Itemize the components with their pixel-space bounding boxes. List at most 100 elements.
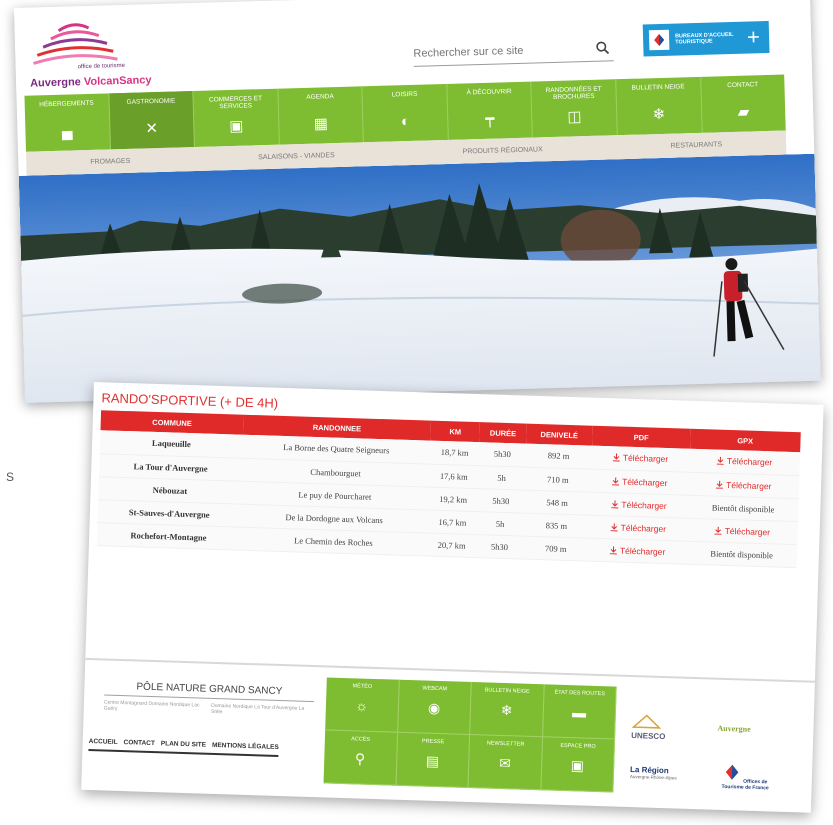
cell-km: 16,7 km bbox=[427, 509, 478, 535]
search-icon[interactable] bbox=[595, 40, 610, 55]
cell-denivele: 835 m bbox=[522, 512, 590, 538]
car-icon: ▬ bbox=[571, 704, 587, 721]
download-icon bbox=[714, 526, 722, 535]
nav-label: HÉBERGEMENTS bbox=[39, 99, 94, 109]
offices-tourisme-france-logo[interactable]: Offices de Tourisme de France bbox=[721, 762, 782, 792]
nav-item-agenda[interactable]: AGENDA ▦ bbox=[278, 86, 365, 145]
calendar-icon: ▦ bbox=[313, 115, 329, 133]
quick-link-bulletin-neige[interactable]: BULLETIN NEIGE ❄ bbox=[470, 682, 545, 738]
nav-label: À DÉCOUVRIR bbox=[466, 88, 512, 97]
gpx-download-link[interactable]: Télécharger bbox=[716, 479, 772, 491]
nav-label: GASTRONOMIE bbox=[126, 97, 176, 106]
footer-link-accueil[interactable]: ACCUEIL bbox=[89, 738, 118, 746]
mail-icon: ✉ bbox=[498, 754, 512, 772]
download-icon bbox=[716, 480, 724, 489]
map-icon: ◫ bbox=[567, 108, 582, 126]
edge-letter: S bbox=[6, 470, 15, 484]
nav-item-a-decouvrir[interactable]: À DÉCOUVRIR ┯ bbox=[447, 81, 534, 140]
cell-duree: 5h bbox=[476, 511, 524, 536]
chat-icon: ▰ bbox=[737, 103, 750, 121]
pdf-download-link[interactable]: Télécharger bbox=[611, 476, 668, 488]
download-icon bbox=[611, 499, 619, 509]
nav-item-randonnees[interactable]: RANDONNÉES ET BROCHURES ◫ bbox=[531, 79, 618, 138]
search-input[interactable] bbox=[413, 38, 584, 65]
pdf-download-link[interactable]: Télécharger bbox=[610, 522, 666, 534]
logo-tagline: office de tourisme bbox=[77, 62, 125, 71]
subnav-fromages[interactable]: FROMAGES bbox=[90, 157, 130, 165]
cell-gpx: Télécharger bbox=[686, 517, 798, 545]
col-km: KM bbox=[430, 420, 481, 443]
cell-km: 17,6 km bbox=[428, 463, 479, 489]
nav-item-hebergements[interactable]: HÉBERGEMENTS ▄ bbox=[24, 93, 111, 152]
quick-link-espace-pro[interactable]: ESPACE PRO ▣ bbox=[540, 737, 616, 793]
subnav-restaurants[interactable]: RESTAURANTS bbox=[670, 141, 722, 149]
stage: S office de tourisme Auvergne VolcanSanc… bbox=[0, 0, 833, 825]
pdf-download-link[interactable]: Télécharger bbox=[612, 453, 668, 464]
hikes-table: COMMUNE RANDONNEE KM DURÉE DENIVELÉ PDF … bbox=[96, 410, 801, 568]
cell-gpx: Bientôt disponible bbox=[686, 540, 798, 568]
cell-pdf: Télécharger bbox=[591, 445, 690, 472]
logo-name: Auvergne VolcanSancy bbox=[29, 74, 152, 90]
subnav-salaisons[interactable]: SALAISONS - VIANDES bbox=[258, 152, 335, 161]
cell-km: 18,7 km bbox=[429, 440, 480, 466]
quick-link-etat-routes[interactable]: ÉTAT DES ROUTES ▬ bbox=[542, 684, 617, 740]
cell-denivele: 892 m bbox=[525, 443, 593, 469]
quick-link-webcam[interactable]: WEBCAM ◉ bbox=[397, 679, 472, 735]
sun-icon: ☼ bbox=[355, 697, 369, 714]
download-icon bbox=[611, 476, 620, 486]
pole-subtitles: Centre Montagnard Domaine Nordique Lac G… bbox=[104, 699, 314, 718]
quick-link-meteo[interactable]: MÉTÉO ☼ bbox=[325, 677, 400, 733]
cell-pdf: Télécharger bbox=[589, 491, 689, 518]
bed-icon: ▄ bbox=[61, 122, 73, 140]
pdf-download-link[interactable]: Télécharger bbox=[611, 499, 667, 511]
nav-item-commerces[interactable]: COMMERCES ET SERVICES ▣ bbox=[193, 88, 280, 147]
tourist-office-button[interactable]: BUREAUX D'ACCUEIL TOURISTIQUE + bbox=[642, 20, 770, 57]
la-region-logo[interactable]: La Région Auvergne-Rhône-Alpes bbox=[630, 765, 677, 780]
unesco-logo[interactable]: UNESCO bbox=[631, 713, 666, 741]
quick-links-grid: MÉTÉO ☼ WEBCAM ◉ BULLETIN NEIGE ❄ ÉTAT DES … bbox=[323, 677, 617, 793]
pole-title: PÔLE NATURE GRAND SANCY bbox=[104, 680, 315, 703]
download-icon bbox=[612, 453, 620, 462]
nav-label: BULLETIN NEIGE bbox=[631, 83, 685, 92]
footer-link-plan[interactable]: PLAN DU SITE bbox=[161, 740, 206, 748]
table-title: RANDO'SPORTIVE (+ DE 4H) bbox=[101, 390, 279, 411]
website-header-screenshot: office de tourisme Auvergne VolcanSancy … bbox=[14, 0, 821, 403]
cell-randonnee: Le Chemin des Roches bbox=[239, 526, 428, 556]
nav-item-bulletin-neige[interactable]: BULLETIN NEIGE ❄ bbox=[616, 76, 703, 136]
subnav-produits[interactable]: PRODUITS RÉGIONAUX bbox=[463, 146, 543, 155]
col-duree: DURÉE bbox=[479, 422, 527, 444]
nav-item-gastronomie[interactable]: GASTRONOMIE ✕ bbox=[108, 91, 196, 150]
partner-logos: UNESCO Auvergne La Région Auvergne-Rhône… bbox=[629, 699, 802, 804]
pdf-download-link[interactable]: Télécharger bbox=[609, 545, 665, 557]
quick-link-acces[interactable]: ACCÈS ⚲ bbox=[323, 730, 398, 786]
nav-label: LOISIRS bbox=[391, 90, 418, 99]
auvergne-logo[interactable]: Auvergne bbox=[717, 724, 751, 734]
press-icon: ▤ bbox=[425, 752, 440, 770]
nav-item-contact[interactable]: CONTACT ▰ bbox=[701, 75, 786, 133]
cell-duree: 5h bbox=[478, 465, 526, 490]
footer-link-mentions[interactable]: MENTIONS LÉGALES bbox=[212, 742, 279, 751]
nav-item-loisirs[interactable]: LOISIRS ◐ bbox=[362, 83, 449, 143]
bureau-label: BUREAUX D'ACCUEIL TOURISTIQUE bbox=[674, 31, 734, 46]
footer-link-contact[interactable]: CONTACT bbox=[123, 739, 155, 747]
cell-denivele: 548 m bbox=[523, 489, 591, 515]
nav-label: CONTACT bbox=[727, 81, 759, 90]
access-icon: ⚲ bbox=[354, 750, 366, 767]
quick-link-presse[interactable]: PRESSE ▤ bbox=[395, 732, 471, 788]
signpost-icon: ┯ bbox=[485, 110, 495, 128]
site-logo[interactable]: office de tourisme Auvergne VolcanSancy bbox=[28, 18, 170, 90]
cell-km: 20,7 km bbox=[426, 532, 477, 558]
quick-link-newsletter[interactable]: NEWSLETTER ✉ bbox=[468, 734, 543, 791]
gpx-download-link[interactable]: Télécharger bbox=[714, 525, 770, 537]
cell-denivele: 709 m bbox=[522, 535, 590, 561]
cell-commune: Rochefort-Montagne bbox=[96, 522, 241, 550]
pole-left-text: Centre Montagnard Domaine Nordique Lac G… bbox=[103, 699, 200, 712]
pole-right-text: Domaine Nordique La Tour d'Auvergne La S… bbox=[210, 702, 305, 716]
download-icon bbox=[610, 522, 618, 532]
plus-icon: + bbox=[746, 24, 761, 50]
gpx-download-link[interactable]: Télécharger bbox=[716, 456, 772, 468]
snowflake-icon: ❄ bbox=[652, 105, 666, 124]
hiking-table-screenshot: RANDO'SPORTIVE (+ DE 4H) COMMUNE RANDONN… bbox=[81, 382, 824, 813]
lock-icon: ▣ bbox=[570, 757, 585, 774]
ball-icon: ◐ bbox=[400, 112, 411, 131]
